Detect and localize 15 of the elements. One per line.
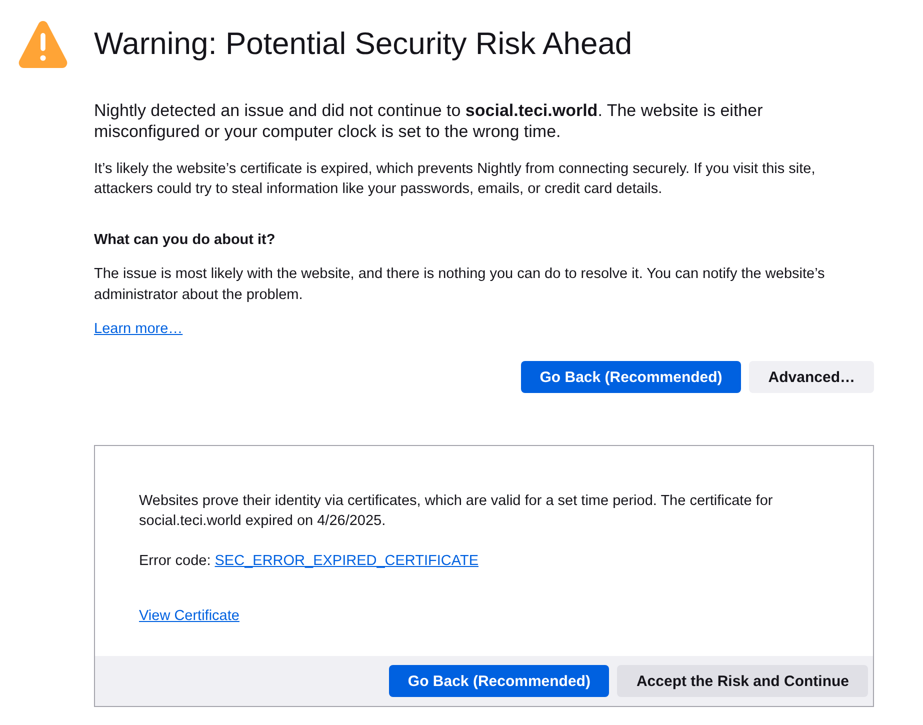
- advanced-button[interactable]: Advanced…: [749, 361, 874, 393]
- details-text: It’s likely the website’s certificate is expired, which prevents Nightly from connecting securely. If you visit this site, attackers could try to steal information like your passwords, emails, or credit card details.: [94, 160, 816, 198]
- go-back-button[interactable]: Go Back (Recommended): [520, 361, 742, 393]
- accept-risk-button[interactable]: Accept the Risk and Continue: [617, 665, 868, 697]
- view-certificate-link[interactable]: View Certificate: [139, 608, 240, 624]
- warning-icon: [18, 20, 68, 68]
- error-code-link[interactable]: SEC_ERROR_EXPIRED_CERTIFICATE: [214, 553, 479, 569]
- help-heading: What can you do about it?: [94, 231, 276, 250]
- page-title: Warning: Potential Security Risk Ahead: [94, 25, 632, 63]
- learn-more-link[interactable]: Learn more…: [94, 321, 183, 337]
- go-back-button[interactable]: Go Back (Recommended): [388, 665, 610, 697]
- error-code-label: Error code:: [139, 553, 211, 569]
- help-text: The issue is most likely with the website, and there is nothing you can do to resolve it. You can notify the website’s administrator about the problem.: [94, 264, 826, 304]
- intro-text: Nightly detected an issue and did not continue to social.teci.world. The website is either misconfigured or your computer clock is set to the wrong time.: [94, 100, 764, 142]
- certificate-explanation-text: Websites prove their identity via certificates, which are valid for a set time period. The certificate for social.teci.world expired on 4/26/2025.: [139, 492, 774, 531]
